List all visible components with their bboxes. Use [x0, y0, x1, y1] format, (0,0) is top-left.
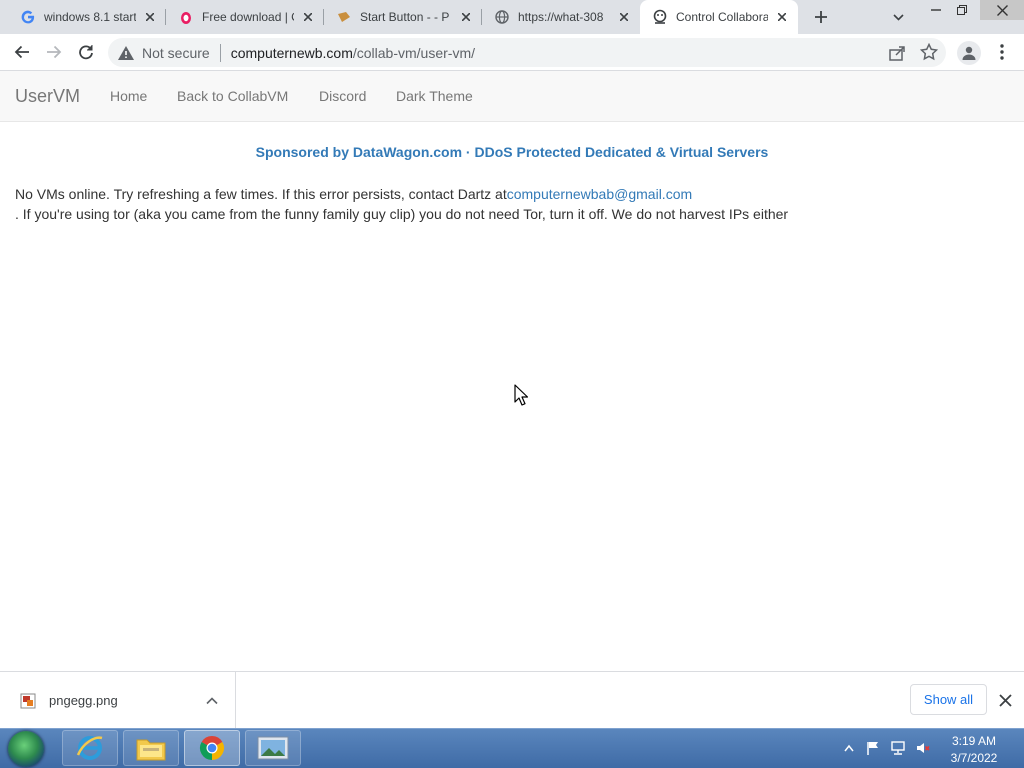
tab-strip: windows 8.1 start Free download | C Star… [0, 0, 1024, 34]
reload-icon[interactable] [74, 40, 98, 64]
forward-arrow-icon[interactable] [42, 40, 66, 64]
address-divider [219, 43, 221, 62]
chevron-up-icon[interactable] [205, 694, 219, 708]
nav-discord[interactable]: Discord [319, 88, 366, 104]
start-orb-icon[interactable] [8, 731, 44, 767]
tab-title: Start Button - - P [360, 10, 450, 24]
profile-avatar-icon[interactable] [957, 41, 981, 65]
photo-viewer-icon[interactable] [245, 730, 301, 766]
download-file-name: pngegg.png [49, 693, 118, 708]
tab-free-download[interactable]: Free download | C [166, 0, 324, 34]
tab-search-chevron-icon[interactable] [889, 8, 907, 26]
warning-icon[interactable] [118, 45, 134, 61]
internet-explorer-icon[interactable] [62, 730, 118, 766]
globe-icon [494, 9, 510, 25]
url-text[interactable]: computernewb.com/collab-vm/user-vm/ [231, 45, 475, 61]
message-suffix: . If you're using tor (aka you came from… [15, 206, 789, 222]
network-icon[interactable] [891, 741, 905, 755]
clock-time: 3:19 AM [951, 734, 997, 748]
nav-dark-theme[interactable]: Dark Theme [396, 88, 473, 104]
restore-icon[interactable] [946, 0, 978, 20]
download-bar: pngegg.png Show all [0, 671, 1024, 728]
file-explorer-icon[interactable] [123, 730, 179, 766]
tab-start-button[interactable]: Start Button - - P [324, 0, 482, 34]
show-all-button[interactable]: Show all [910, 684, 987, 715]
tab-title: Control Collabora [676, 10, 768, 24]
tab-what-308[interactable]: https://what-308 [482, 0, 640, 34]
close-tab-icon[interactable] [142, 9, 158, 25]
pngegg-icon [178, 9, 194, 25]
close-tab-icon[interactable] [300, 9, 316, 25]
close-tab-icon[interactable] [458, 9, 474, 25]
bookmark-star-icon[interactable] [920, 43, 938, 61]
share-icon[interactable] [888, 44, 906, 62]
png-file-icon [20, 693, 36, 709]
browser-toolbar: Not secure computernewb.com/collab-vm/us… [0, 34, 1024, 71]
close-tab-icon[interactable] [774, 9, 790, 25]
bookmark-icon [336, 9, 352, 25]
security-label[interactable]: Not secure [142, 45, 210, 61]
nav-home[interactable]: Home [110, 88, 147, 104]
close-tab-icon[interactable] [616, 9, 632, 25]
new-tab-icon[interactable] [810, 6, 832, 28]
mouse-pointer-icon [514, 384, 528, 406]
show-hidden-icons-icon[interactable] [844, 744, 854, 752]
message-prefix: No VMs online. Try refreshing a few time… [15, 186, 507, 202]
site-navbar: UserVM Home Back to CollabVM Discord Dar… [0, 71, 1024, 122]
sponsor-text[interactable]: Sponsored by DataWagon.com · DDoS Protec… [256, 144, 769, 160]
download-item[interactable]: pngegg.png [0, 672, 236, 728]
tab-title: https://what-308 [518, 10, 604, 24]
error-message: No VMs online. Try refreshing a few time… [15, 184, 1005, 224]
url-host: computernewb.com [230, 44, 353, 61]
kebab-menu-icon[interactable] [994, 42, 1010, 62]
clock-date: 3/7/2022 [950, 751, 998, 765]
tab-windows-search[interactable]: windows 8.1 start [8, 0, 166, 34]
url-path: /collab-vm/user-vm/ [352, 44, 476, 61]
nav-back-to-collabvm[interactable]: Back to CollabVM [177, 88, 288, 104]
address-bar[interactable]: Not secure computernewb.com/collab-vm/us… [108, 38, 946, 67]
tab-control-collabvm[interactable]: Control Collabora [640, 0, 798, 34]
volume-muted-icon[interactable] [916, 741, 930, 755]
contact-email-link[interactable]: computernewbab@gmail.com [507, 186, 692, 202]
tab-title: windows 8.1 start [44, 10, 136, 24]
chrome-icon[interactable] [184, 730, 240, 766]
collabvm-icon [652, 9, 668, 25]
tab-title: Free download | C [202, 10, 294, 24]
sponsor-banner[interactable]: Sponsored by DataWagon.com · DDoS Protec… [0, 144, 1024, 160]
back-arrow-icon[interactable] [10, 40, 34, 64]
close-window-icon[interactable] [980, 0, 1024, 20]
site-brand[interactable]: UserVM [15, 86, 80, 107]
google-icon [20, 9, 36, 25]
close-download-bar-icon[interactable] [998, 693, 1013, 708]
windows-taskbar: 3:19 AM 3/7/2022 [0, 728, 1024, 768]
system-clock[interactable]: 3:19 AM 3/7/2022 [944, 733, 1004, 767]
action-center-flag-icon[interactable] [866, 741, 880, 755]
